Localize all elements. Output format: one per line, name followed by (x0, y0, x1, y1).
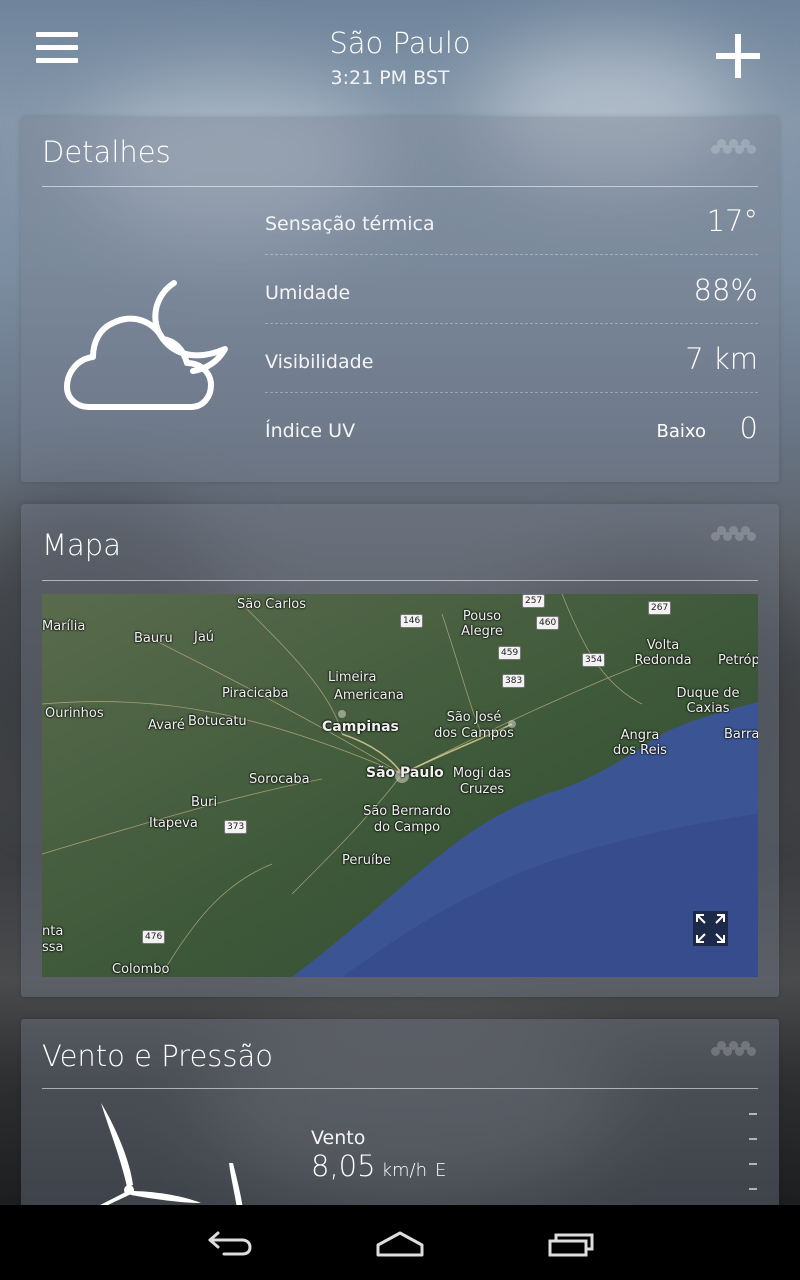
road-shield: 146 (400, 614, 424, 628)
map-place-label: Ourinhos (45, 706, 104, 721)
wind-label: Vento (311, 1127, 366, 1149)
visibility-label: Visibilidade (265, 351, 374, 373)
map-place-label: Piracicaba (222, 686, 289, 701)
detail-row-visibility: Visibilidade 7 km (265, 324, 758, 393)
map-place-label: São Carlos (237, 597, 307, 612)
humidity-label: Umidade (265, 282, 351, 304)
map-place-label: ssa (42, 940, 64, 955)
road-shield: 373 (224, 820, 248, 834)
map-place-label: Petróp (718, 653, 758, 668)
detail-row-uv: Índice UV Baixo 0 (265, 393, 758, 462)
map-place-label: Mogi das Cruzes (452, 766, 512, 797)
road-shield: 354 (582, 653, 606, 667)
map-place-label: São Bernardo do Campo (363, 804, 451, 835)
wind-direction: E (435, 1160, 447, 1181)
wind-speed-value: 8,05 (311, 1149, 376, 1183)
detail-row-humidity: Umidade 88% (265, 255, 758, 324)
map-place-label: Colombo (112, 962, 170, 977)
road-shield: 267 (648, 601, 672, 615)
map-place-label: Sorocaba (249, 772, 310, 787)
map-place-label: Itapeva (149, 816, 198, 831)
map-divider (42, 580, 758, 581)
road-shield: 459 (498, 646, 522, 660)
pressure-ticks (749, 1113, 759, 1213)
system-nav-bar (0, 1205, 800, 1280)
recents-icon[interactable] (542, 1221, 602, 1261)
wind-speed: 8,05 km/h E (311, 1149, 446, 1183)
wind-title: Vento e Pressão (42, 1039, 274, 1073)
wind-divider (42, 1088, 758, 1089)
wind-speed-unit: km/h (381, 1160, 428, 1181)
map-place-label: Peruíbe (342, 853, 391, 868)
details-card: Detalhes Sensação térmica 17° Umidade 88… (21, 117, 779, 482)
detail-row-feels-like: Sensação térmica 17° (265, 186, 758, 255)
map-place-label: Bauru (134, 631, 173, 646)
wind-turbine-icon (71, 1099, 271, 1209)
uv-value: 0 (739, 411, 758, 445)
map-place-label: Jaú (194, 630, 215, 645)
map-place-label: Marília (42, 619, 86, 634)
uv-label: Índice UV (265, 420, 356, 442)
app-header: São Paulo 3:21 PM BST (0, 0, 800, 110)
map-place-label: nta (42, 924, 64, 939)
road-shield: 476 (142, 930, 166, 944)
map-place-label: Pouso Alegre (461, 609, 503, 639)
add-location-icon[interactable] (716, 34, 760, 78)
home-icon[interactable] (370, 1221, 430, 1261)
drag-handle-icon[interactable] (711, 139, 759, 159)
cloud-moon-icon (63, 277, 233, 417)
map-place-label: Volta Redonda (634, 638, 692, 668)
drag-handle-icon[interactable] (711, 1041, 759, 1061)
map-view[interactable]: São Carlos Marília Bauru Jaú Pouso Alegr… (42, 594, 758, 977)
map-card: Mapa São Carlos Marília Bauru Jaú Pouso … (21, 504, 779, 997)
local-time: 3:21 PM BST (330, 67, 450, 89)
feels-like-label: Sensação térmica (265, 213, 435, 235)
road-shield: 383 (502, 674, 526, 688)
map-place-label: Americana (334, 688, 404, 703)
map-place-label: São José dos Campos (434, 710, 514, 741)
visibility-value: 7 km (685, 342, 758, 376)
map-place-label: São Paulo (366, 765, 444, 781)
map-place-label: Buri (191, 795, 218, 810)
details-title: Detalhes (42, 135, 171, 169)
map-place-label: Avaré (148, 718, 185, 733)
road-shield: 257 (522, 594, 546, 608)
back-icon[interactable] (200, 1221, 260, 1261)
drag-handle-icon[interactable] (711, 526, 759, 546)
map-place-label: Limeira (328, 670, 377, 685)
map-place-label: Barra (724, 727, 758, 742)
map-place-label: Angra dos Reis (613, 728, 667, 758)
road-shield: 460 (536, 616, 560, 630)
feels-like-value: 17° (706, 204, 758, 238)
map-place-label: Duque de Caxias (676, 686, 740, 716)
humidity-value: 88% (693, 273, 758, 307)
city-name[interactable]: São Paulo (0, 26, 800, 60)
expand-icon[interactable] (693, 911, 728, 946)
map-place-label: Campinas (322, 719, 399, 735)
uv-qualifier: Baixo (656, 421, 707, 442)
map-place-label: Botucatu (188, 714, 247, 729)
map-title: Mapa (42, 528, 121, 562)
